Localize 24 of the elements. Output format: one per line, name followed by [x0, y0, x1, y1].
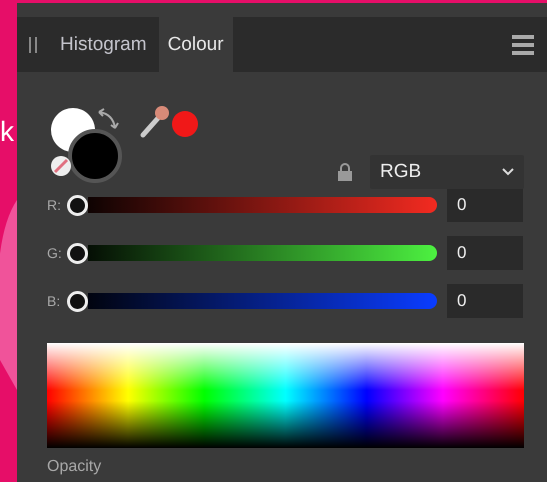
slider-thumb[interactable]	[67, 194, 88, 216]
channel-label: B:	[47, 293, 62, 309]
picked-colour-icon	[171, 110, 199, 138]
menu-icon[interactable]	[512, 34, 534, 54]
chevron-icon	[502, 168, 514, 176]
channel-label: R:	[47, 197, 62, 213]
slider-thumb[interactable]	[67, 242, 88, 264]
panel-tab[interactable]: Histogram	[51, 17, 156, 72]
colour-spectrum[interactable]	[47, 343, 524, 448]
channel-value-field[interactable]: 0	[447, 188, 523, 222]
slider-track[interactable]	[88, 245, 437, 261]
colour-model-dropdown[interactable]: RGB	[370, 155, 524, 189]
slider-track[interactable]	[88, 197, 437, 213]
slider-track[interactable]	[88, 293, 437, 309]
lock-icon[interactable]	[338, 163, 352, 181]
background-text: k	[0, 115, 14, 149]
slider-thumb[interactable]	[67, 290, 88, 312]
opacity-label: Opacity	[47, 458, 102, 476]
panel-tab[interactable]: Colour	[158, 17, 233, 72]
channel-label: G:	[47, 245, 63, 261]
channel-value-field[interactable]: 0	[447, 284, 523, 318]
grip-icon[interactable]	[29, 36, 37, 52]
eyedropper-icon[interactable]	[139, 105, 169, 139]
channel-value-field[interactable]: 0	[447, 236, 523, 270]
